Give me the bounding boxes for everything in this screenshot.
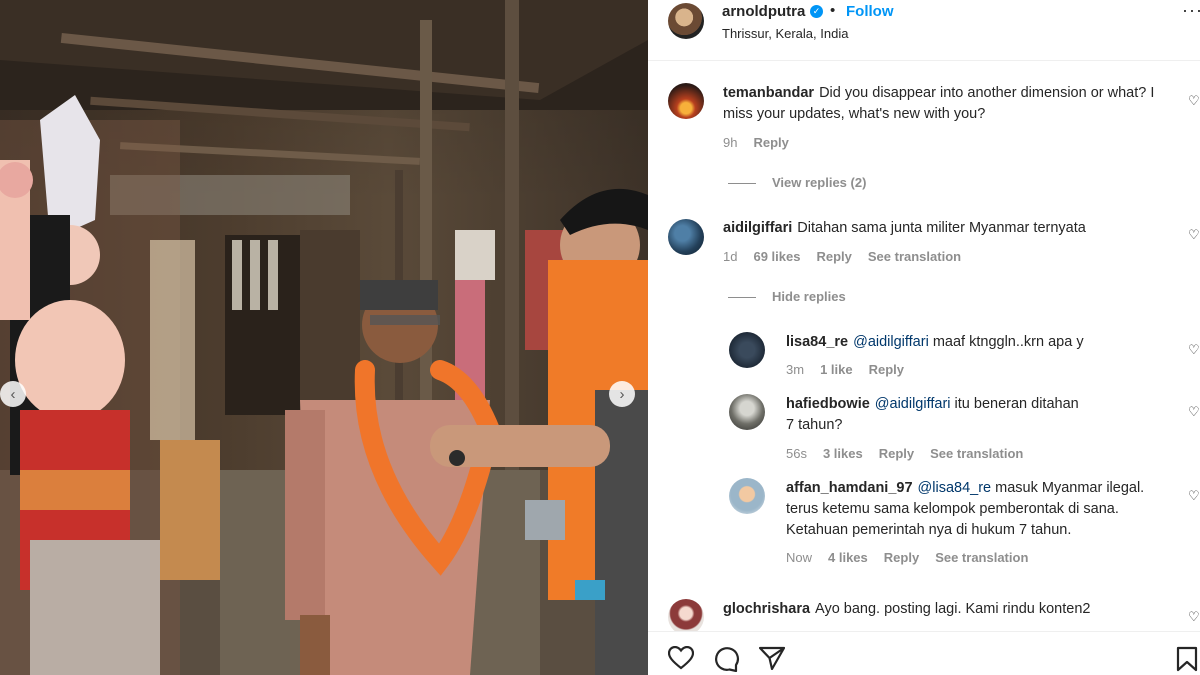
- comment-time: 56s: [786, 446, 807, 461]
- author-avatar[interactable]: [668, 3, 704, 39]
- comment-like-heart-icon[interactable]: ♡: [1188, 488, 1200, 504]
- view-replies-label: View replies (2): [772, 175, 867, 190]
- more-options-icon[interactable]: ···: [1182, 0, 1200, 21]
- comment-likes[interactable]: 69 likes: [753, 249, 800, 264]
- bookmark-icon[interactable]: [1176, 646, 1198, 672]
- post-photo[interactable]: ‹ ›: [0, 0, 648, 675]
- see-translation-button[interactable]: See translation: [868, 249, 961, 264]
- comment-body: temanbandar Did you disappear into anothe…: [723, 83, 1163, 125]
- share-icon[interactable]: [759, 646, 785, 670]
- comment-time: Now: [786, 550, 813, 565]
- comment-text: Ayo bang. posting lagi. Kami rindu konte…: [815, 601, 1091, 617]
- reply-body: affan_hamdani_97 @lisa84_re masuk Myanmar…: [786, 478, 1166, 541]
- commenter-avatar[interactable]: [668, 599, 704, 631]
- reply-body: lisa84_re @aidilgiffari maaf ktnggln..krn…: [786, 332, 1166, 353]
- follow-button[interactable]: Follow: [846, 3, 894, 20]
- mention-link[interactable]: @aidilgiffari: [875, 396, 951, 412]
- separator-dot: •: [830, 2, 836, 19]
- commenter-avatar[interactable]: [729, 332, 765, 368]
- comment-meta: 9h Reply: [723, 135, 805, 150]
- comment-like-heart-icon[interactable]: ♡: [1188, 93, 1200, 109]
- comment-likes[interactable]: 1 like: [820, 362, 853, 377]
- reply-button[interactable]: Reply: [816, 249, 851, 264]
- comment-likes[interactable]: 3 likes: [823, 446, 863, 461]
- reply-button[interactable]: Reply: [879, 446, 914, 461]
- commenter-username[interactable]: hafiedbowie: [786, 396, 870, 412]
- mention-link[interactable]: @lisa84_re: [918, 480, 992, 496]
- see-translation-button[interactable]: See translation: [930, 446, 1023, 461]
- comment-like-heart-icon[interactable]: ♡: [1188, 404, 1200, 420]
- comment-time: 1d: [723, 249, 738, 264]
- replies-line: [728, 297, 756, 299]
- photo-scene: [0, 0, 648, 675]
- hide-replies-label: Hide replies: [772, 289, 846, 304]
- comment-body: aidilgiffari Ditahan sama junta militer M…: [723, 218, 1163, 239]
- reply-body: hafiedbowie @aidilgiffari itu beneran dit…: [786, 394, 1086, 436]
- comment-icon[interactable]: [714, 646, 740, 672]
- carousel-prev-button[interactable]: ‹: [0, 381, 26, 407]
- comments-panel: arnoldputra ✓ • Follow Thrissur, Kerala,…: [648, 0, 1200, 675]
- verified-badge-icon: ✓: [810, 5, 823, 18]
- comment-time: 9h: [723, 135, 738, 150]
- comment-meta: 3m 1 like Reply: [786, 362, 920, 377]
- commenter-avatar[interactable]: [729, 394, 765, 430]
- comment-text: maaf ktnggln..krn apa y: [932, 334, 1084, 350]
- comment-meta: 56s 3 likes Reply See translation: [786, 446, 1039, 461]
- comment-meta: Now 4 likes Reply See translation: [786, 550, 1044, 565]
- commenter-username[interactable]: glochrishara: [723, 601, 810, 617]
- comment-time: 3m: [786, 362, 805, 377]
- mention-link[interactable]: @aidilgiffari: [853, 334, 929, 350]
- reply-button[interactable]: Reply: [753, 135, 788, 150]
- post-header: arnoldputra ✓ • Follow Thrissur, Kerala,…: [648, 0, 1200, 52]
- replies-line: [728, 183, 756, 185]
- comment-meta: 1d 69 likes Reply See translation: [723, 249, 977, 264]
- hide-replies-button[interactable]: Hide replies: [728, 289, 846, 304]
- reply-button[interactable]: Reply: [884, 550, 919, 565]
- comment-text: Ditahan sama junta militer Myanmar terny…: [797, 220, 1086, 236]
- heart-icon[interactable]: [668, 646, 694, 670]
- commenter-username[interactable]: lisa84_re: [786, 334, 848, 350]
- comment-like-heart-icon[interactable]: ♡: [1188, 227, 1200, 243]
- post-action-bar: [648, 632, 1200, 675]
- post-location[interactable]: Thrissur, Kerala, India: [722, 26, 848, 41]
- commenter-avatar[interactable]: [668, 219, 704, 255]
- commenter-username[interactable]: affan_hamdani_97: [786, 480, 913, 496]
- comment-like-heart-icon[interactable]: ♡: [1188, 342, 1200, 358]
- commenter-username[interactable]: temanbandar: [723, 85, 814, 101]
- reply-button[interactable]: Reply: [869, 362, 904, 377]
- view-replies-button[interactable]: View replies (2): [728, 175, 866, 190]
- author-username[interactable]: arnoldputra: [722, 3, 805, 20]
- see-translation-button[interactable]: See translation: [935, 550, 1028, 565]
- comment-list: temanbandar Did you disappear into anothe…: [648, 61, 1200, 631]
- comment-body: glochrishara Ayo bang. posting lagi. Kami…: [723, 599, 1163, 620]
- comment-likes[interactable]: 4 likes: [828, 550, 868, 565]
- commenter-avatar[interactable]: [668, 83, 704, 119]
- carousel-next-button[interactable]: ›: [609, 381, 635, 407]
- commenter-avatar[interactable]: [729, 478, 765, 514]
- commenter-username[interactable]: aidilgiffari: [723, 220, 792, 236]
- comment-like-heart-icon[interactable]: ♡: [1188, 609, 1200, 625]
